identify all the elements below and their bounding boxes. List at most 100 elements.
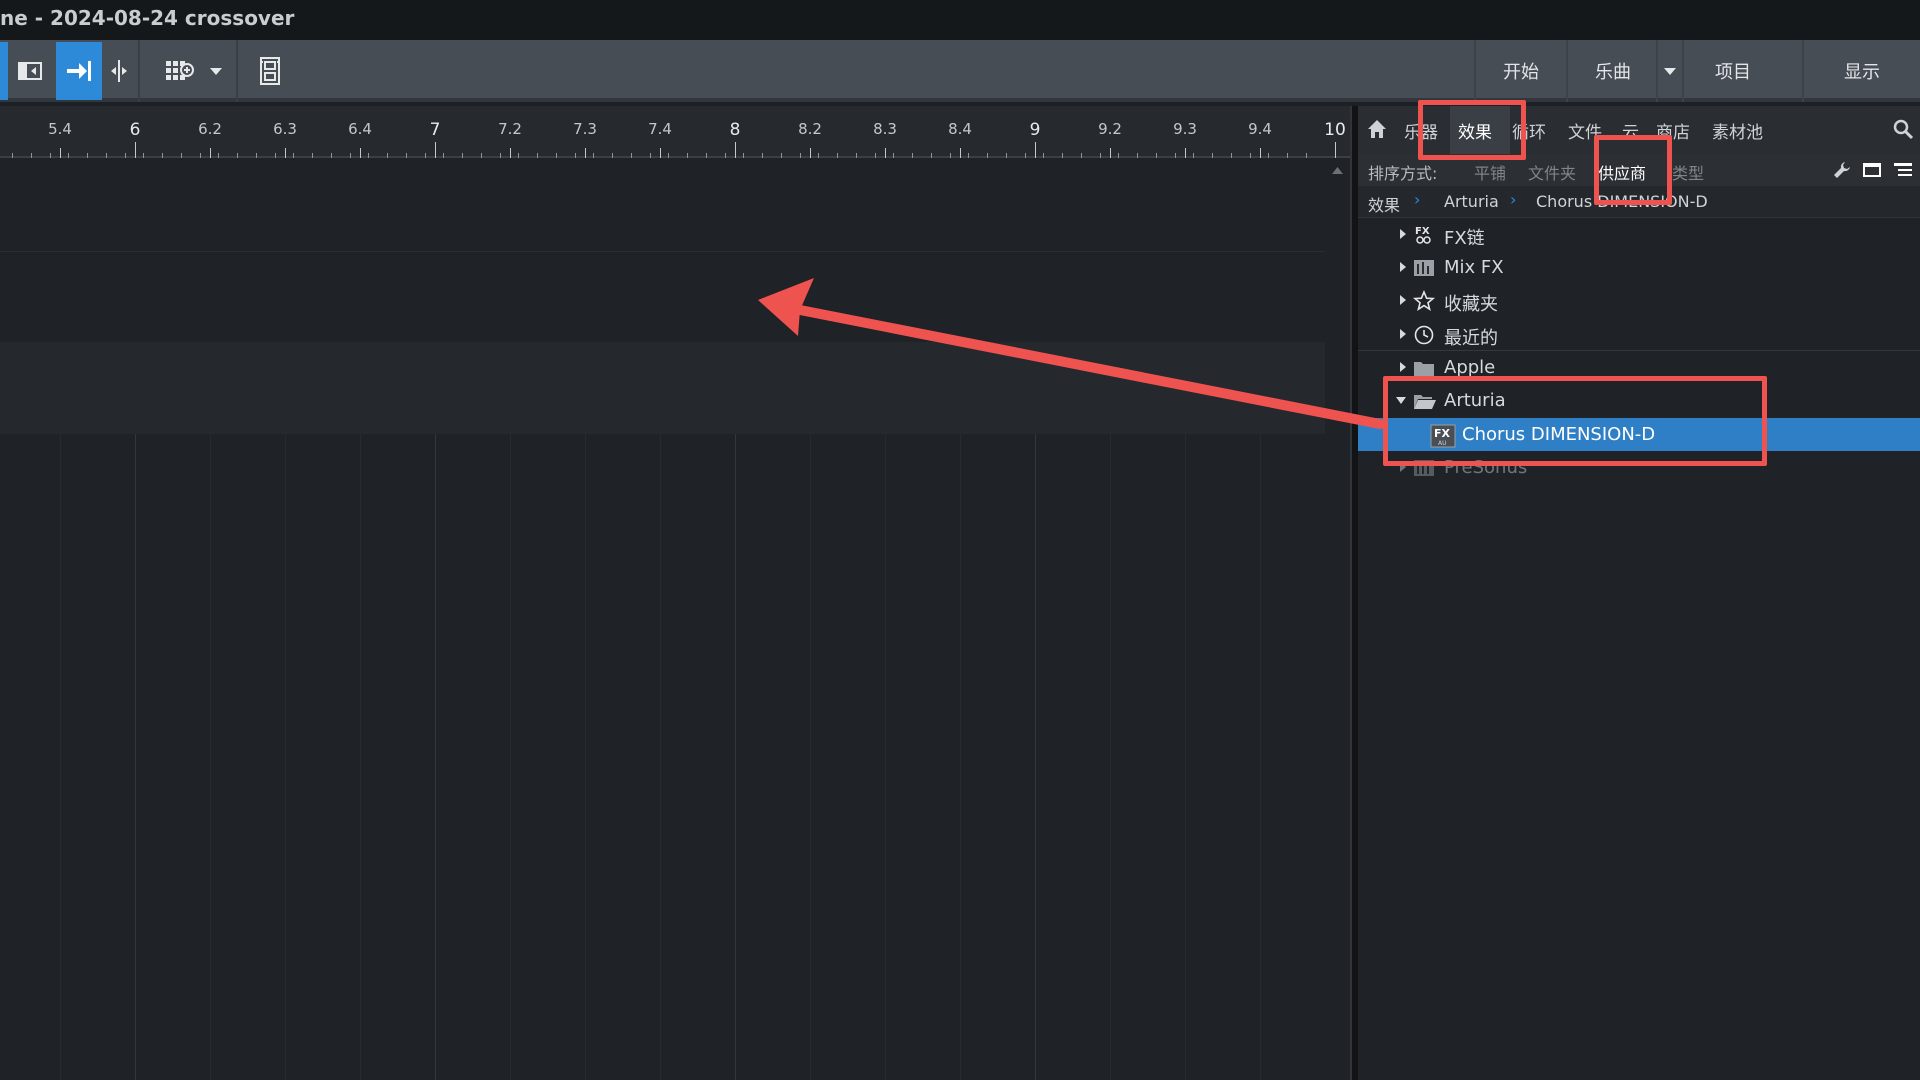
browser-search-button[interactable] (1892, 118, 1914, 144)
browser-tab-cloud[interactable]: 云 (1622, 118, 1639, 143)
ruler-minor-tick (1024, 153, 1026, 158)
expand-right-icon[interactable] (1400, 262, 1406, 272)
breadcrumb-arturia[interactable]: Arturia (1444, 192, 1499, 211)
svg-text:FX: FX (1434, 427, 1451, 440)
browser-tab-shop[interactable]: 商店 (1656, 118, 1690, 143)
ruler-label: 7.4 (648, 120, 672, 138)
svg-text:FX: FX (1415, 226, 1430, 237)
grid-dropdown-button[interactable] (204, 42, 228, 100)
ruler-minor-tick (574, 153, 576, 158)
tree-item-label: 最近的 (1444, 328, 1498, 349)
menu-project[interactable]: 项目 (1682, 40, 1782, 102)
menu-start[interactable]: 开始 (1474, 40, 1566, 102)
browser-settings-button[interactable] (1832, 160, 1852, 184)
expand-right-icon[interactable] (1400, 329, 1406, 339)
ruler-minor-tick (1080, 153, 1082, 158)
ruler-minor-tick (1212, 153, 1213, 158)
ruler-label: 6.2 (198, 120, 222, 138)
expand-down-icon[interactable] (1396, 397, 1406, 404)
arrange-view-button[interactable] (10, 42, 50, 100)
timeline-ruler[interactable]: 5.4 6 6.2 6.3 6.4 7 7.2 7.3 7.4 8 8.2 8.3 8.4 9 9.2 9.3… (0, 106, 1350, 158)
menu-show[interactable]: 显示 (1802, 40, 1920, 102)
expand-right-icon[interactable] (1400, 362, 1406, 372)
browser-list-button[interactable] (1892, 160, 1914, 184)
ruler-tick (1335, 142, 1336, 158)
ruler-tick (660, 148, 661, 158)
breadcrumb-effects[interactable]: 效果 (1368, 192, 1400, 216)
expand-right-icon[interactable] (1400, 462, 1406, 472)
ruler-label: 6 (129, 120, 141, 140)
ruler-minor-tick (1193, 153, 1195, 158)
film-strip-icon (260, 57, 280, 85)
ruler-minor-tick (1005, 153, 1007, 158)
ruler-minor-tick (237, 153, 238, 158)
tree-item-folder[interactable]: FX FX链 (1358, 218, 1920, 251)
tree-item-folder[interactable]: Arturia (1358, 384, 1920, 417)
tree-item-folder[interactable]: PreSonus (1358, 451, 1920, 484)
grid-plus-icon (166, 61, 194, 80)
arrange-timeline[interactable]: 5.4 6 6.2 6.3 6.4 7 7.2 7.3 7.4 8 8.2 8.3 8.4 9 9.2 9.3… (0, 106, 1350, 1080)
search-icon (1893, 119, 1914, 140)
panel-divider[interactable] (1350, 106, 1358, 1080)
menu-song[interactable]: 乐曲 (1566, 40, 1658, 102)
snap-to-grid-button[interactable] (56, 42, 102, 100)
tree-item-folder[interactable]: Mix FX (1358, 251, 1920, 284)
ruler-minor-tick (630, 153, 632, 158)
ruler-tick (60, 148, 61, 158)
sort-type[interactable]: 类型 (1672, 160, 1704, 184)
ruler-minor-tick (1305, 153, 1307, 158)
ruler-label: 8.3 (873, 120, 897, 138)
browser-view-button[interactable] (1862, 160, 1882, 184)
tree-item-plugin[interactable]: FX AU Chorus DIMENSION-D (1358, 418, 1920, 451)
ruler-minor-tick (949, 153, 951, 158)
sort-folder[interactable]: 文件夹 (1528, 160, 1576, 184)
vertical-scrollbar[interactable] (1325, 160, 1350, 1080)
grid-add-button[interactable] (158, 42, 202, 100)
breadcrumb-chevron-icon: › (1510, 190, 1517, 209)
ruler-tick (960, 148, 961, 158)
song-menu-dropdown[interactable] (1656, 40, 1682, 102)
tree-item-folder[interactable]: 收藏夹 (1358, 284, 1920, 317)
ruler-label: 8 (729, 120, 741, 140)
home-button[interactable] (1366, 118, 1388, 144)
track-lanes[interactable] (0, 160, 1325, 1080)
browser-tab-loops[interactable]: 循环 (1512, 118, 1546, 143)
ruler-tick (585, 148, 586, 158)
tree-item-label: 收藏夹 (1444, 294, 1498, 315)
browser-tab-effects[interactable]: 效果 (1458, 118, 1492, 143)
breadcrumb: 效果 › Arturia › Chorus DIMENSION-D (1358, 186, 1920, 218)
title-bar: ne - 2024-08-24 crossover (0, 0, 1920, 40)
expand-right-icon[interactable] (1400, 229, 1406, 239)
sort-bar: 排序方式: 平铺 文件夹 供应商 类型 (1358, 154, 1920, 186)
tree-item-folder[interactable]: Apple (1358, 351, 1920, 384)
expand-right-icon[interactable] (1400, 295, 1406, 305)
ruler-minor-tick (912, 153, 913, 158)
video-track-button[interactable] (254, 42, 286, 100)
browser-tab-files[interactable]: 文件 (1568, 118, 1602, 143)
track-lane[interactable] (0, 342, 1325, 434)
browser-tab-instruments[interactable]: 乐器 (1404, 118, 1438, 143)
mix-fx-icon (1412, 257, 1436, 279)
track-lane[interactable] (0, 160, 1325, 252)
tree-item-folder[interactable]: 最近的 (1358, 318, 1920, 351)
ruler-minor-tick (1268, 153, 1270, 158)
ruler-tick (810, 148, 811, 158)
ruler-tick (435, 142, 436, 158)
ruler-minor-tick (87, 153, 88, 158)
ruler-minor-tick (762, 153, 763, 158)
track-lane[interactable] (0, 252, 1325, 342)
tree-item-label: Chorus DIMENSION-D (1462, 424, 1656, 445)
split-tool-button[interactable] (104, 42, 134, 100)
ruler-minor-tick (687, 153, 688, 158)
wrench-icon (1834, 162, 1850, 178)
app-window: ne - 2024-08-24 crossover 开始 乐曲 项目 显示 5.… (0, 0, 1920, 1080)
browser-tab-pool[interactable]: 素材池 (1712, 118, 1763, 143)
ruler-minor-tick (255, 153, 257, 158)
ruler-minor-tick (705, 153, 707, 158)
sort-flat[interactable]: 平铺 (1474, 160, 1506, 184)
ruler-minor-tick (518, 153, 520, 158)
ruler-tick (1185, 148, 1186, 158)
ruler-minor-tick (724, 153, 726, 158)
sort-vendor[interactable]: 供应商 (1598, 160, 1646, 184)
breadcrumb-plugin[interactable]: Chorus DIMENSION-D (1536, 192, 1708, 211)
